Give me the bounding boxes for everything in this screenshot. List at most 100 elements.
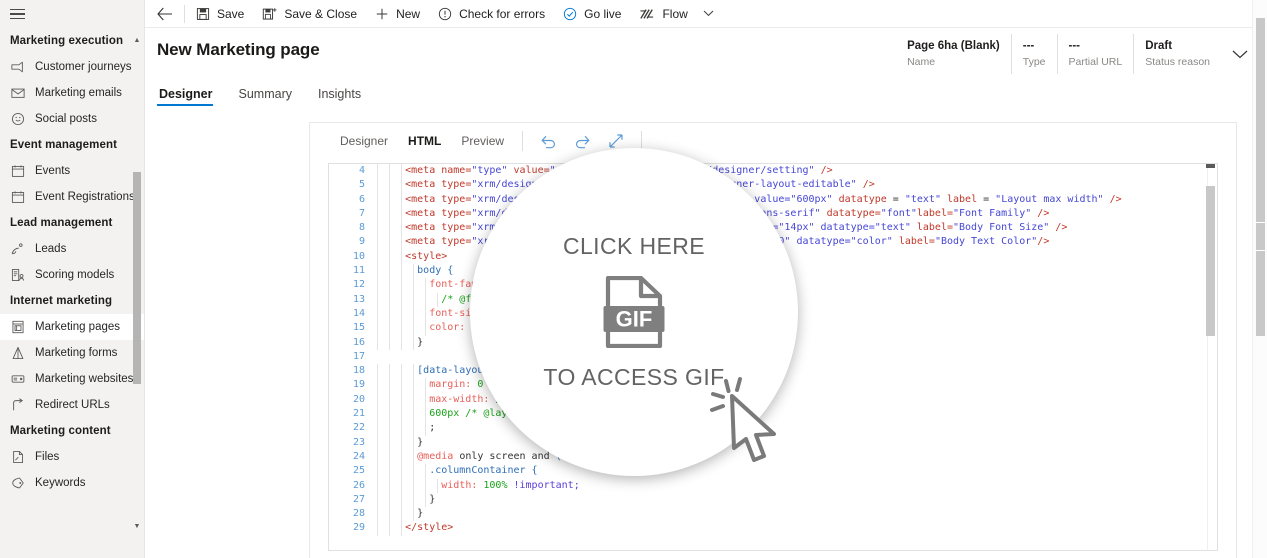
gif-file-icon: GIF xyxy=(603,275,665,349)
indent-guide xyxy=(437,478,439,493)
sidebar-group-title: Marketing execution xyxy=(10,35,124,48)
tab-summary[interactable]: Summary xyxy=(237,87,302,106)
sidebar-item-label: Events xyxy=(35,165,71,178)
code-line: 27 } xyxy=(329,492,1217,508)
indent-guide xyxy=(377,364,378,379)
indent-guide xyxy=(389,292,391,307)
back-arrow-icon[interactable] xyxy=(150,0,180,27)
sidebar-item-keywords[interactable]: Keywords xyxy=(0,470,144,496)
sidebar-item-marketing-forms[interactable]: Marketing forms xyxy=(0,340,144,366)
line-number: 6 xyxy=(358,193,365,205)
sidebar-item-marketing-pages[interactable]: Marketing pages xyxy=(0,314,144,341)
sidebar-item-event-registrations[interactable]: Event Registrations xyxy=(0,184,144,210)
indent-guide xyxy=(425,421,427,436)
indent-guide xyxy=(377,407,378,422)
designer-toolbar-divider-1 xyxy=(522,131,524,151)
meta-status-reason: Draft Status reason xyxy=(1133,34,1221,74)
sidebar-item-scoring-models[interactable]: Scoring models xyxy=(0,262,144,288)
indent-guide xyxy=(389,421,391,436)
designer-tabs: Designer HTML Preview xyxy=(330,124,514,158)
flow-button[interactable]: Flow xyxy=(630,0,696,27)
command-bar: Save Save & Close New Check for errors Go li… xyxy=(145,0,1267,28)
app-root: Marketing execution Customer journeys Mark… xyxy=(0,0,1267,558)
code-line: 5 <meta type="xrm/designer/setting" name… xyxy=(329,178,1217,193)
save-icon xyxy=(196,7,210,21)
indent-guide xyxy=(437,292,439,307)
code-token: type= xyxy=(441,222,472,234)
meta-label: Type xyxy=(1022,56,1046,68)
code-token: } xyxy=(429,493,436,505)
sidebar-scrollbar[interactable]: ▲ ▼ xyxy=(132,24,142,534)
indent-guide xyxy=(401,407,403,422)
record-meta: Page 6ha (Blank) Name --- Type --- Partial UR… xyxy=(903,34,1255,74)
indent-guide xyxy=(377,306,378,322)
check-for-errors-button[interactable]: Check for errors xyxy=(429,0,554,27)
meta-value: --- xyxy=(1022,40,1035,52)
designer-tab-html[interactable]: HTML xyxy=(398,124,451,158)
sidebar-item-events[interactable]: Events xyxy=(0,158,144,184)
editor-scroll-thumb[interactable] xyxy=(1206,186,1215,336)
tab-insights[interactable]: Insights xyxy=(316,87,371,106)
go-live-button[interactable]: Go live xyxy=(554,0,630,27)
indent-guide xyxy=(413,407,415,422)
command-overflow-chevron-down-icon[interactable] xyxy=(697,0,721,27)
code-token: <meta xyxy=(405,193,442,205)
sidebar-item-leads[interactable]: Leads xyxy=(0,236,144,262)
save-close-button[interactable]: Save & Close xyxy=(253,0,366,27)
indent-guide xyxy=(389,435,391,450)
code-token: <meta xyxy=(405,236,442,248)
line-number: 7 xyxy=(358,207,365,219)
code-text: body { xyxy=(375,264,453,279)
code-token: width: xyxy=(441,479,484,491)
designer-tab-designer[interactable]: Designer xyxy=(330,124,398,158)
sidebar-item-marketing-websites[interactable]: Marketing websites xyxy=(0,366,144,392)
sidebar-group-title: Lead management xyxy=(10,217,113,230)
code-token: <style> xyxy=(405,250,448,262)
code-token: type= xyxy=(441,179,472,191)
designer-tab-preview[interactable]: Preview xyxy=(451,124,514,158)
new-button[interactable]: New xyxy=(366,0,429,27)
code-text: } xyxy=(375,492,436,508)
flow-icon xyxy=(639,7,655,21)
meta-type: --- Type xyxy=(1010,34,1057,74)
code-token: /> xyxy=(1055,222,1068,234)
sidebar-item-social-posts[interactable]: Social posts xyxy=(0,106,144,132)
sidebar-item-label: Marketing pages xyxy=(35,321,121,334)
page-scrollbar[interactable] xyxy=(1252,0,1267,558)
indent-guide xyxy=(413,478,415,493)
sidebar-item-customer-journeys[interactable]: Customer journeys xyxy=(0,54,144,80)
indent-guide xyxy=(389,164,391,179)
tab-designer[interactable]: Designer xyxy=(157,87,223,106)
indent-guide xyxy=(377,264,378,279)
indent-guide xyxy=(389,464,391,479)
indent-guide xyxy=(401,364,403,379)
code-token: label= xyxy=(898,236,935,248)
indent-guide xyxy=(389,221,391,236)
line-number: 21 xyxy=(352,408,365,420)
sidebar-scroll-down-icon[interactable]: ▼ xyxy=(133,522,141,530)
save-button[interactable]: Save xyxy=(187,0,253,27)
sidebar-scroll-thumb[interactable] xyxy=(133,172,141,384)
editor-scrollbar[interactable] xyxy=(1206,164,1216,550)
sidebar-item-label: Files xyxy=(35,451,60,464)
indent-guide xyxy=(377,292,378,307)
indent-guide xyxy=(401,278,403,293)
page-scroll-thumb[interactable] xyxy=(1256,18,1265,336)
record-expand-chevron-down-icon[interactable] xyxy=(1225,34,1255,74)
page-scroll-gap-2 xyxy=(1256,250,1265,251)
undo-icon[interactable] xyxy=(531,126,565,156)
indent-guide xyxy=(401,392,403,408)
indent-guide xyxy=(389,478,391,493)
sidebar-item-redirect-urls[interactable]: Redirect URLs xyxy=(0,392,144,418)
meta-value: --- xyxy=(1068,40,1081,52)
redo-icon[interactable] xyxy=(565,126,599,156)
indent-guide xyxy=(401,378,403,393)
sidebar-scroll-up-icon[interactable]: ▲ xyxy=(133,36,141,44)
hamburger-icon[interactable] xyxy=(0,0,144,28)
line-number: 24 xyxy=(352,450,365,462)
line-number: 18 xyxy=(352,365,365,377)
code-text: <style> xyxy=(375,249,448,265)
indent-guide xyxy=(401,164,403,179)
sidebar-item-files[interactable]: Files xyxy=(0,444,144,470)
sidebar-item-marketing-emails[interactable]: Marketing emails xyxy=(0,80,144,106)
